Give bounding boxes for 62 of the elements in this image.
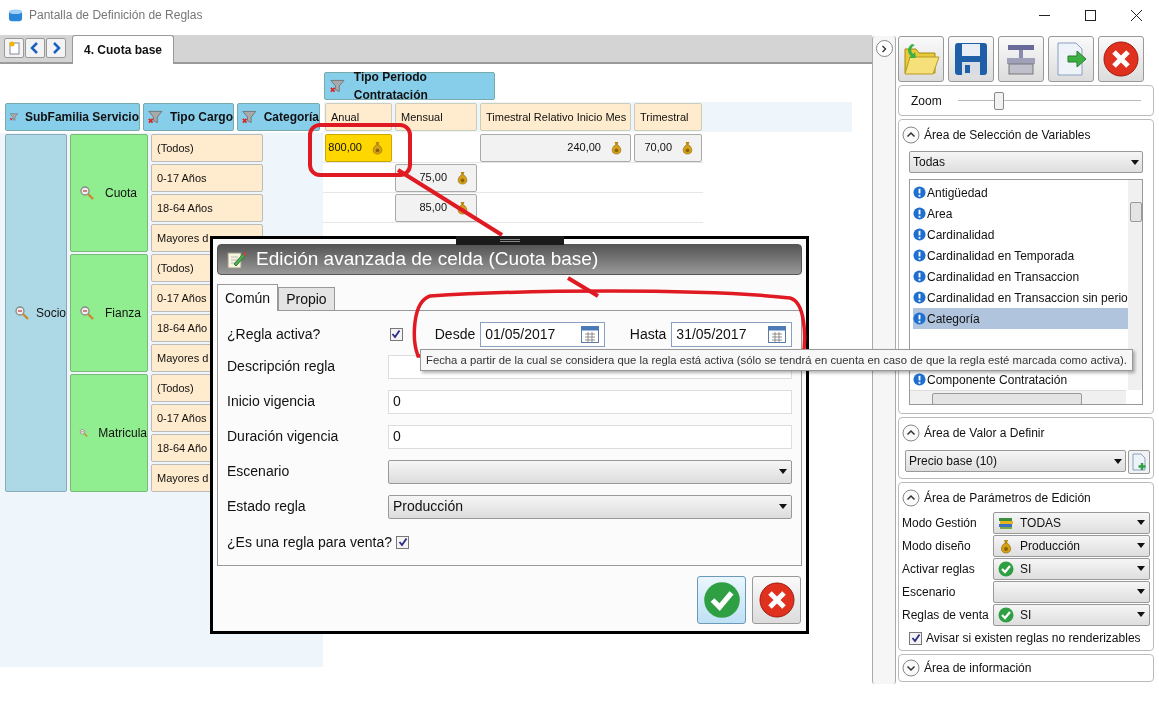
field-label: Hasta bbox=[629, 324, 667, 344]
parameter-dropdown[interactable]: SI bbox=[993, 603, 1150, 626]
tooltip: Fecha a partir de la cual se considera que la regla está activa (sólo se tendrá en cuenta en caso de que la regla esté marcada como activa). bbox=[420, 349, 1133, 371]
variable-item[interactable]: Antigüedad bbox=[913, 182, 1128, 203]
category-cell[interactable]: 0-17 Años bbox=[151, 164, 263, 192]
parameter-label: Activar reglas bbox=[902, 560, 976, 578]
variable-item[interactable]: Categoría bbox=[913, 308, 1128, 329]
row-group-cell[interactable]: Cuota bbox=[70, 134, 148, 252]
value-cell[interactable]: 240,00 bbox=[480, 133, 631, 162]
variable-item[interactable]: Cardinalidad bbox=[913, 224, 1128, 245]
column-group-header[interactable]: Tipo Periodo Contratación bbox=[324, 72, 495, 100]
variable-item[interactable]: Cardinalidad en Temporada bbox=[913, 245, 1128, 266]
value-cell[interactable]: 85,00 bbox=[395, 193, 477, 222]
zoom-label: Zoom bbox=[911, 92, 942, 110]
value-dropdown[interactable]: Precio base (10) bbox=[905, 450, 1126, 472]
parameter-label: Modo Gestión bbox=[902, 514, 978, 532]
section-title[interactable]: Área de Selección de Variables bbox=[924, 126, 1091, 144]
field-label: Desde bbox=[434, 324, 476, 344]
row-group-label: Fianza bbox=[105, 305, 142, 322]
row-group-cell[interactable]: Fianza bbox=[70, 254, 148, 372]
row-group-cell[interactable]: Matricula bbox=[70, 374, 148, 492]
variable-item[interactable]: Cardinalidad en Transaccion sin perio bbox=[913, 287, 1128, 308]
checkbox-label: Avisar si existen reglas no renderizables bbox=[926, 630, 1141, 647]
parameter-dropdown[interactable]: SI bbox=[993, 557, 1150, 580]
field-label: ¿Es una regla para venta? bbox=[227, 532, 392, 552]
dialog-tab[interactable]: Común bbox=[217, 284, 279, 311]
field-label: Estado regla bbox=[227, 497, 307, 516]
parameter-label: Escenario bbox=[902, 583, 957, 601]
section-title[interactable]: Área de Valor a Definir bbox=[924, 424, 1045, 442]
tab[interactable]: 4. Cuota base bbox=[72, 35, 175, 64]
date-field[interactable]: 31/05/2017 bbox=[671, 321, 792, 347]
value-cell[interactable]: 70,00 bbox=[634, 133, 702, 162]
input-field[interactable]: 0 bbox=[388, 424, 792, 449]
row-group-label: Matricula bbox=[98, 425, 147, 442]
column-header[interactable]: Trimestral bbox=[634, 103, 702, 131]
row-field-header[interactable]: Tipo Cargo bbox=[143, 103, 234, 131]
column-header[interactable]: Mensual bbox=[395, 103, 477, 131]
row-group-label: Cuota bbox=[105, 185, 138, 202]
parameter-label: Reglas de venta bbox=[902, 606, 990, 624]
section-title[interactable]: Área de información bbox=[924, 659, 1032, 677]
parameter-dropdown[interactable]: Producción bbox=[993, 534, 1150, 557]
row-field-header[interactable]: Categoría bbox=[237, 103, 320, 131]
window-title: Pantalla de Definición de Reglas bbox=[29, 7, 203, 24]
variable-item[interactable]: Componente Contratación bbox=[913, 369, 1128, 390]
parameter-dropdown[interactable]: TODAS bbox=[993, 511, 1150, 534]
filter-dropdown[interactable]: Todas bbox=[909, 151, 1143, 173]
variable-item[interactable]: Cardinalidad en Transaccion bbox=[913, 266, 1128, 287]
column-header[interactable]: Timestral Relativo Inicio Mes bbox=[480, 103, 631, 131]
category-cell[interactable]: 18-64 Años bbox=[151, 194, 263, 222]
row-group-label: Socio bbox=[35, 305, 66, 322]
input-field[interactable]: 0 bbox=[388, 389, 792, 414]
value-cell[interactable]: 75,00 bbox=[395, 163, 477, 192]
row-field-header[interactable]: SubFamilia Servicio bbox=[5, 103, 140, 131]
dropdown-field[interactable]: Producción bbox=[388, 494, 792, 519]
variable-item[interactable]: Area bbox=[913, 203, 1128, 224]
dialog-tab[interactable]: Propio bbox=[278, 287, 335, 310]
section-title[interactable]: Área de Parámetros de Edición bbox=[924, 489, 1091, 507]
row-group-cell[interactable]: Socio bbox=[5, 134, 67, 492]
date-field[interactable]: 01/05/2017 bbox=[480, 321, 605, 347]
value-cell[interactable]: 800,00 bbox=[325, 133, 392, 162]
category-cell[interactable]: (Todos) bbox=[151, 134, 263, 162]
parameter-label: Modo diseño bbox=[902, 537, 972, 555]
